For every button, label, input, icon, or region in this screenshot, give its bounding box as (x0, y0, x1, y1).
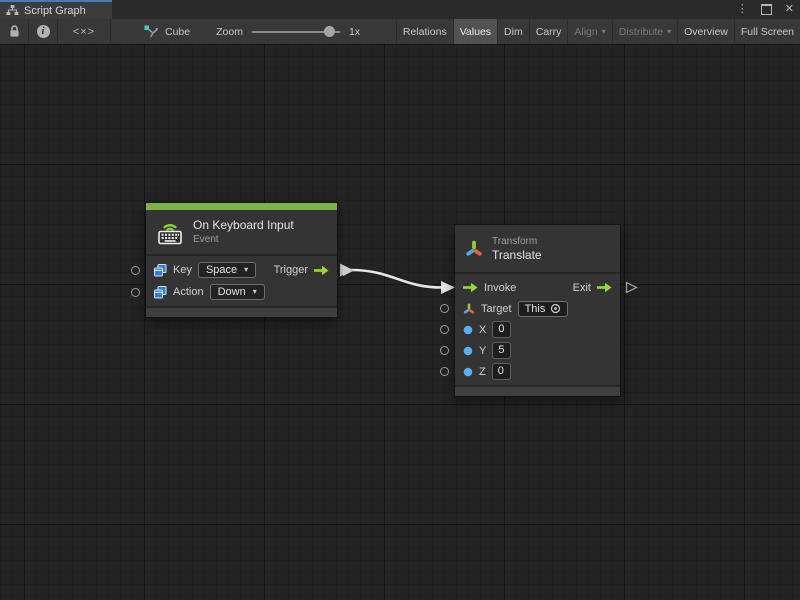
target-label: Cube (165, 26, 190, 38)
x-value-field[interactable]: 0 (492, 321, 511, 338)
lock-icon (9, 25, 20, 38)
z-input-port[interactable] (440, 367, 449, 376)
flow-arrow-icon (597, 282, 612, 293)
tab-bar: Script Graph ⋮ ✕ (0, 0, 800, 19)
node-translate[interactable]: Transform Translate Invoke Exit (455, 225, 620, 396)
zoom-value: 1x (349, 26, 360, 38)
port-label-trigger: Trigger (274, 264, 308, 276)
node-title: On Keyboard Input (193, 218, 294, 233)
z-value-field[interactable]: 0 (492, 363, 511, 380)
zoom-control: Zoom 1x (216, 19, 360, 44)
port-row-invoke: Invoke Exit (455, 277, 620, 298)
chevron-down-icon: ▾ (667, 28, 671, 36)
key-dropdown[interactable]: Space ▾ (198, 262, 256, 278)
exit-output-port[interactable] (625, 281, 638, 294)
full-screen-button[interactable]: Full Screen (734, 19, 800, 44)
y-value-field[interactable]: 5 (492, 342, 511, 359)
port-row-target: Target This (455, 298, 620, 319)
target-object-field[interactable]: This (518, 301, 569, 317)
y-input-port[interactable] (440, 346, 449, 355)
trigger-output-port[interactable] (342, 264, 355, 277)
node-footer (455, 387, 620, 396)
port-label-invoke: Invoke (484, 282, 516, 294)
node-subtitle: Event (193, 233, 294, 246)
node-titles: On Keyboard Input Event (193, 218, 294, 246)
chevron-down-icon: ▾ (602, 28, 606, 36)
port-row-x: X 0 (455, 319, 620, 340)
edit-graph-button[interactable]: <×> (58, 19, 111, 44)
zoom-slider[interactable] (252, 19, 340, 44)
values-button[interactable]: Values (453, 19, 497, 44)
node-header[interactable]: Transform Translate (455, 225, 620, 272)
transform-gizmo-icon (465, 240, 483, 257)
tab-title: Script Graph (24, 5, 86, 17)
port-label-z: Z (479, 366, 486, 378)
port-row-y: Y 5 (455, 340, 620, 361)
chevron-down-icon: ▾ (244, 266, 248, 274)
node-header[interactable]: On Keyboard Input Event (146, 210, 337, 254)
chevron-down-icon: ▾ (253, 288, 257, 296)
x-input-port[interactable] (440, 325, 449, 334)
port-row-key: Key Space ▾ Trigger (146, 259, 337, 281)
value-dot-icon (463, 367, 473, 377)
overview-button[interactable]: Overview (677, 19, 734, 44)
node-titles: Transform Translate (492, 235, 542, 263)
graph-pointer-icon (144, 25, 158, 38)
node-category: Transform (492, 235, 542, 248)
connection-arrowhead-icon (441, 281, 455, 294)
object-picker-icon[interactable] (550, 303, 561, 314)
node-body: Invoke Exit (455, 274, 620, 385)
carry-button[interactable]: Carry (529, 19, 568, 44)
graph-toolbar: i <×> Cube Zoom 1x Relations Values Dim … (0, 19, 800, 44)
align-button[interactable]: Align▾ (567, 19, 611, 44)
port-label-x: X (479, 324, 486, 336)
info-button[interactable]: i (29, 19, 58, 44)
port-label-action: Action (173, 286, 204, 298)
port-label-target: Target (481, 303, 512, 315)
event-accent-bar (146, 203, 337, 210)
value-dot-icon (463, 346, 473, 356)
enum-value-icon (154, 286, 167, 299)
node-footer (146, 308, 337, 317)
port-label-key: Key (173, 264, 192, 276)
action-dropdown[interactable]: Down ▾ (210, 284, 265, 300)
node-on-keyboard-input[interactable]: On Keyboard Input Event Key Space (146, 203, 337, 317)
zoom-slider-handle[interactable] (324, 26, 335, 37)
dim-button[interactable]: Dim (497, 19, 529, 44)
tab-script-graph[interactable]: Script Graph (0, 0, 112, 19)
flow-arrow-icon (463, 282, 478, 293)
port-row-action: Action Down ▾ (146, 281, 337, 303)
action-input-port[interactable] (131, 288, 140, 297)
node-title: Translate (492, 248, 542, 263)
value-dot-icon (463, 325, 473, 335)
info-icon: i (37, 25, 50, 38)
connection-trigger-to-invoke (0, 44, 800, 600)
relations-button[interactable]: Relations (396, 19, 453, 44)
maximize-icon[interactable] (761, 4, 772, 15)
distribute-button[interactable]: Distribute▾ (612, 19, 677, 44)
script-graph-window: Script Graph ⋮ ✕ i <×> Cube (0, 0, 800, 600)
port-label-y: Y (479, 345, 486, 357)
toolbar-spacer (360, 19, 396, 44)
port-row-z: Z 0 (455, 361, 620, 382)
target-input-port[interactable] (440, 304, 449, 313)
enum-value-icon (154, 264, 167, 277)
graph-canvas[interactable]: On Keyboard Input Event Key Space (0, 44, 800, 600)
keyboard-icon (156, 220, 184, 245)
zoom-label: Zoom (216, 26, 243, 38)
close-icon[interactable]: ✕ (785, 4, 794, 15)
graph-target[interactable]: Cube (111, 19, 190, 44)
port-label-exit: Exit (573, 282, 591, 294)
window-controls: ⋮ ✕ (737, 0, 794, 19)
code-icon: <×> (73, 26, 95, 38)
node-body: Key Space ▾ Trigger (146, 256, 337, 306)
graph-icon (6, 5, 19, 16)
window-menu-icon[interactable]: ⋮ (737, 4, 748, 15)
flow-arrow-icon (314, 265, 329, 276)
transform-gizmo-icon (463, 303, 475, 315)
lock-button[interactable] (0, 19, 29, 44)
key-input-port[interactable] (131, 266, 140, 275)
